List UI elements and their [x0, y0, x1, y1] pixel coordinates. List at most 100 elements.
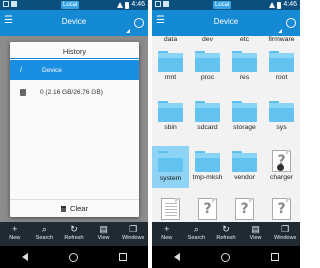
sdcard-icon [20, 88, 26, 96]
folder-label: tmp-mksh [192, 174, 223, 181]
file-item[interactable] [152, 198, 189, 222]
folder-icon [195, 101, 220, 122]
recent-apps-icon[interactable] [271, 253, 280, 261]
folder-icon [232, 151, 257, 172]
home-icon[interactable] [220, 252, 230, 262]
unknown-file-icon: ? [198, 198, 217, 220]
action-bar: ☰ Device [0, 10, 148, 36]
view-button[interactable]: ▤ View [241, 222, 271, 246]
clear-label: Clear [70, 204, 88, 213]
trash-icon [61, 205, 67, 212]
folder-item[interactable]: res [226, 50, 263, 86]
recent-apps-icon[interactable] [119, 253, 128, 261]
folder-item[interactable]: proc [189, 50, 226, 86]
refresh-icon[interactable] [286, 18, 296, 28]
view-icon: ▤ [99, 224, 108, 234]
folder-item[interactable]: vendor [226, 150, 263, 186]
folder-icon [195, 151, 220, 172]
refresh-icon: ↻ [70, 224, 78, 234]
text-file-icon [161, 198, 180, 220]
folder-icon [158, 51, 183, 72]
folder-item[interactable]: tmp-mksh [189, 150, 226, 186]
notification-icon [11, 1, 17, 7]
battery-icon [125, 1, 130, 9]
windows-button[interactable]: ❐ Windows [270, 222, 300, 246]
search-button[interactable]: ⌕ Search [182, 222, 212, 246]
clear-button[interactable]: Clear [10, 199, 139, 217]
folder-label: vendor [234, 174, 255, 181]
search-button[interactable]: ⌕ Search [30, 222, 60, 246]
bottom-toolbar: + New ⌕ Search ↻ Refresh ▤ View ❐ Windows [152, 222, 300, 246]
folder-label: sys [276, 124, 287, 131]
view-icon: ▤ [251, 224, 260, 234]
folder-label: system [159, 175, 182, 182]
local-badge: Local [213, 1, 232, 9]
folder-icon [269, 101, 294, 122]
folder-icon [232, 51, 257, 72]
folder-label: firmware [268, 36, 295, 43]
plus-icon: + [164, 224, 170, 234]
dropdown-indicator-icon [278, 29, 282, 33]
signal-icon [117, 2, 124, 8]
new-button[interactable]: + New [152, 222, 182, 246]
dialog-divider [10, 58, 139, 59]
folder-item[interactable]: sdcard [189, 100, 226, 136]
folder-label: sdcard [197, 124, 218, 131]
plus-icon: + [12, 224, 18, 234]
folder-item[interactable]: sys [263, 100, 300, 136]
location-title[interactable]: Device [0, 17, 148, 26]
gear-icon [277, 164, 284, 171]
history-item-label: Device [42, 66, 62, 74]
notification-icon [3, 1, 9, 7]
device-icon: / [20, 66, 22, 74]
back-icon[interactable] [21, 252, 28, 262]
refresh-icon[interactable] [134, 18, 144, 28]
folder-icon [232, 101, 257, 122]
system-nav-bar [0, 246, 148, 268]
folder-item[interactable]: storage [226, 100, 263, 136]
status-bar: Local 4:46 [0, 0, 148, 10]
bottom-toolbar: + New ⌕ Search ↻ Refresh ▤ View ❐ Windows [0, 222, 148, 246]
folder-label: mnt [164, 74, 177, 81]
history-item-storage[interactable]: 0 (2.16 GB/26.76 GB) [10, 82, 139, 102]
file-item[interactable]: ? [189, 198, 226, 222]
folder-icon [269, 51, 294, 72]
status-bar: Local 4:46 [152, 0, 300, 10]
folder-label: proc [200, 74, 215, 81]
view-button[interactable]: ▤ View [89, 222, 119, 246]
folder-icon [195, 51, 220, 72]
signal-icon [269, 2, 276, 8]
folder-label: root [275, 74, 288, 81]
location-title[interactable]: Device [152, 17, 300, 26]
unknown-file-icon: ? [272, 198, 291, 220]
back-icon[interactable] [173, 252, 180, 262]
folder-label: sbin [164, 124, 177, 131]
windows-icon: ❐ [281, 224, 290, 234]
system-nav-bar [152, 246, 300, 268]
clock: 4:46 [131, 1, 145, 8]
folder-label: dev [202, 36, 213, 43]
refresh-button[interactable]: ↻ Refresh [59, 222, 89, 246]
file-item[interactable]: ? charger [263, 150, 300, 186]
new-button[interactable]: + New [0, 222, 30, 246]
dropdown-indicator-icon [126, 29, 130, 33]
history-item-device[interactable]: / Device [10, 60, 139, 80]
refresh-button[interactable]: ↻ Refresh [211, 222, 241, 246]
windows-button[interactable]: ❐ Windows [118, 222, 148, 246]
right-screen: Local 4:46 ☰ Device data dev etc firmwar… [152, 0, 300, 268]
windows-icon: ❐ [129, 224, 138, 234]
search-icon: ⌕ [193, 224, 199, 234]
file-item[interactable]: ? [263, 198, 300, 222]
clock: 4:46 [283, 1, 297, 8]
folder-item[interactable]: sbin [152, 100, 189, 136]
left-screen: Local 4:46 ☰ Device sbin sdcard storage … [0, 0, 148, 268]
home-icon[interactable] [68, 252, 78, 262]
folder-item[interactable]: root [263, 50, 300, 86]
search-icon: ⌕ [41, 224, 47, 234]
unknown-file-icon: ? [235, 198, 254, 220]
folder-item[interactable]: mnt [152, 50, 189, 86]
file-item[interactable]: ? [226, 198, 263, 222]
folder-item-selected[interactable]: system [152, 146, 189, 188]
dialog-title: History [62, 47, 87, 56]
history-item-label: 0 (2.16 GB/26.76 GB) [40, 88, 103, 96]
